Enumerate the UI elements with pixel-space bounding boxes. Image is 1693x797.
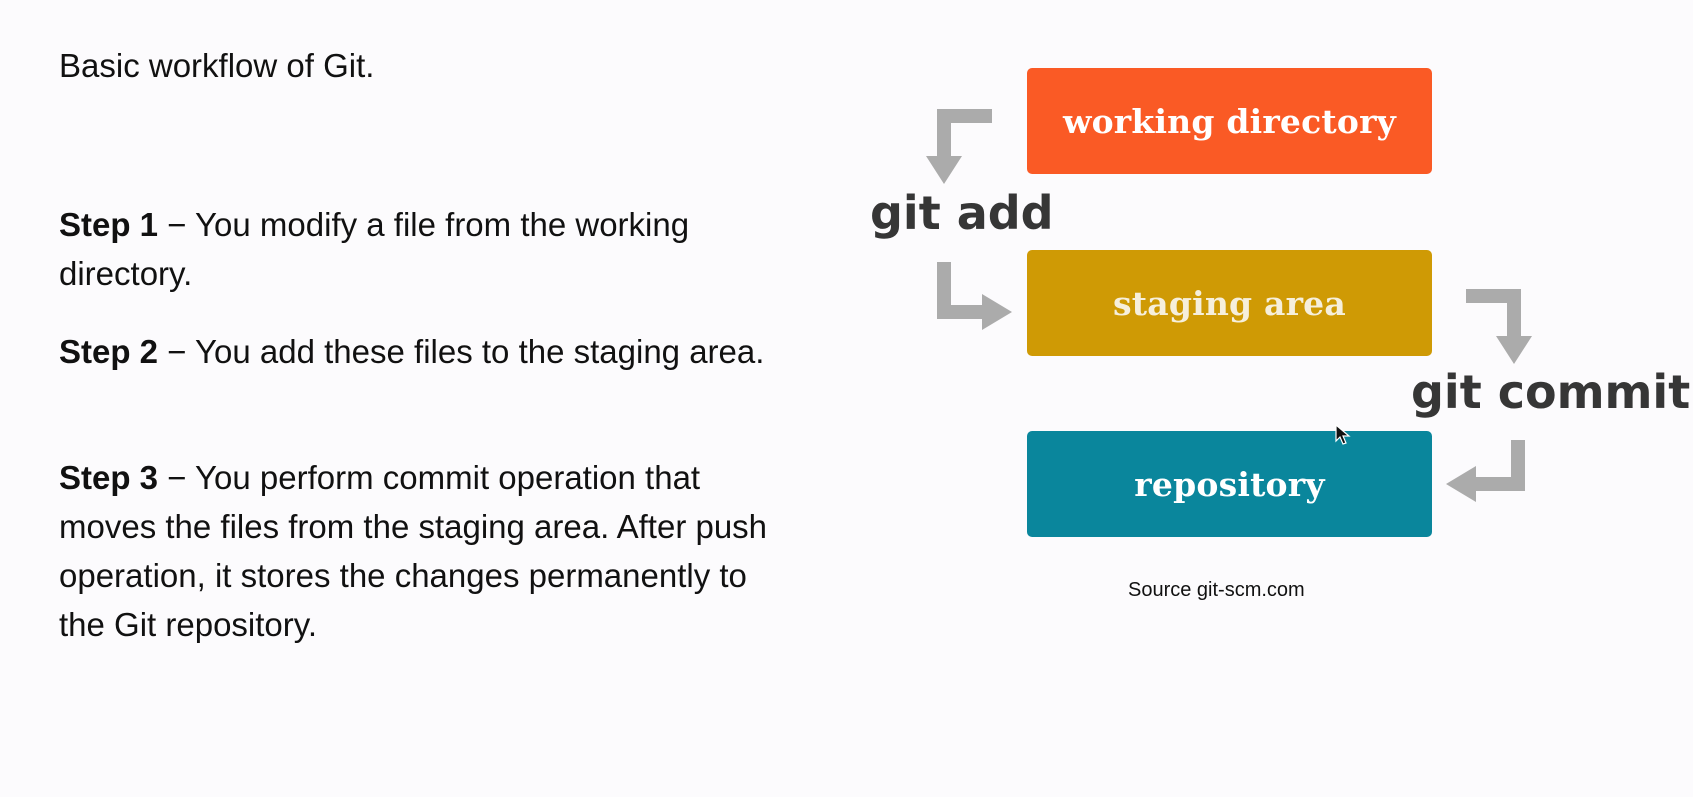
arrow-down-right-icon	[1466, 289, 1532, 364]
mouse-pointer-icon	[1335, 424, 1351, 445]
arrow-left-to-repository-icon	[1446, 440, 1525, 502]
repository-box: repository	[1027, 431, 1432, 537]
arrow-down-left-icon	[926, 109, 992, 184]
step-1-label: Step 1	[59, 206, 159, 243]
step-2-text: − You add these files to the staging are…	[158, 333, 765, 370]
step-1: Step 1 − You modify a file from the work…	[59, 200, 779, 298]
step-3: Step 3 − You perform commit operation th…	[59, 453, 779, 649]
git-add-label: git add	[870, 186, 1054, 240]
working-directory-box: working directory	[1027, 68, 1432, 174]
staging-area-box: staging area	[1027, 250, 1432, 356]
arrow-right-to-staging-icon	[937, 262, 1012, 330]
step-3-label: Step 3	[59, 459, 159, 496]
git-commit-label: git commit	[1411, 365, 1691, 419]
step-2: Step 2 − You add these files to the stag…	[59, 327, 779, 376]
diagram-source-caption: Source git-scm.com	[1128, 579, 1305, 601]
step-2-label: Step 2	[59, 333, 159, 370]
step-3-text: − You perform commit operation that move…	[59, 459, 768, 643]
slide-heading: Basic workflow of Git.	[59, 47, 375, 84]
